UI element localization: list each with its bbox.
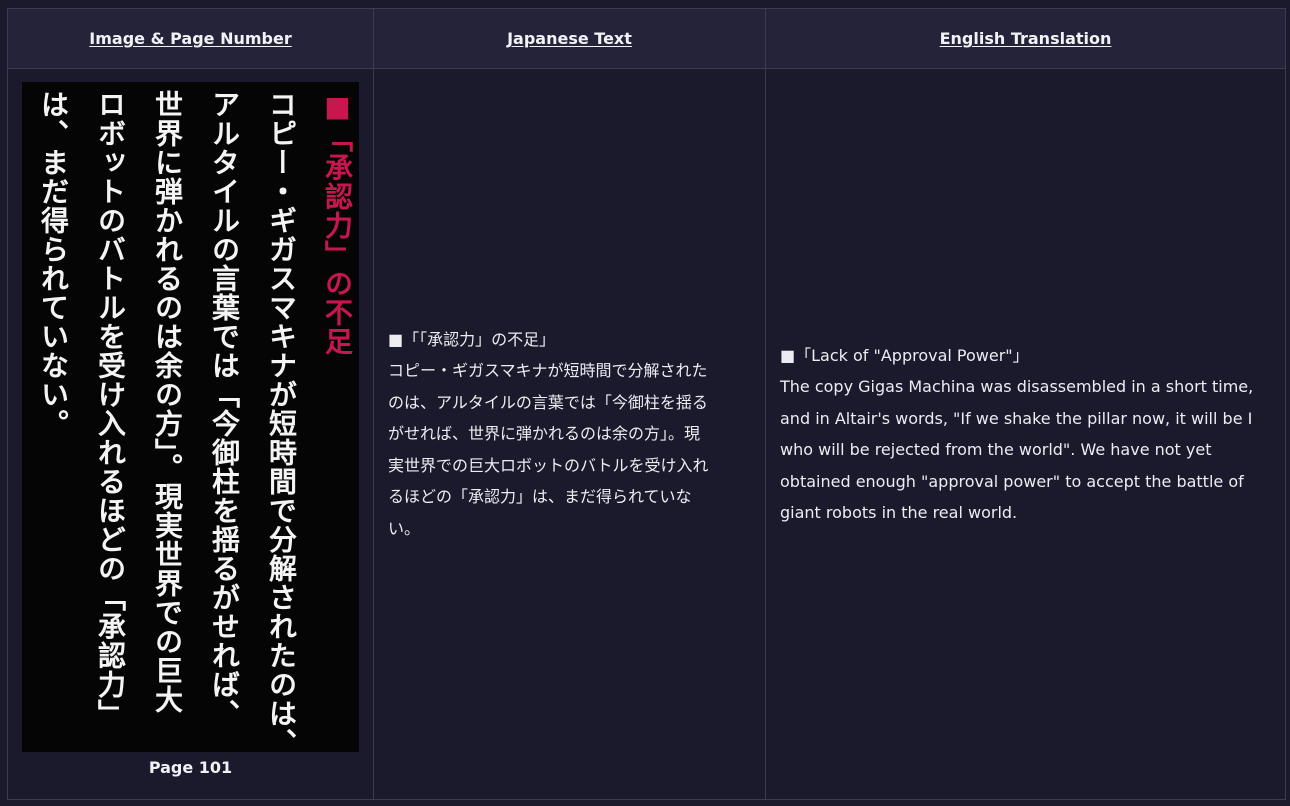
page-number-label: Page 101 — [148, 758, 233, 777]
scan-heading-column: ■「承認力」の不足 — [321, 90, 354, 356]
english-line: giant robots in the real world. — [780, 503, 1018, 522]
english-line: obtained enough "approval power" to acce… — [780, 471, 1244, 491]
english-line: and in Altair's words, "If we shake the … — [780, 408, 1253, 428]
english-translation-cell: ■「Lack of "Approval Power"」 The copy Gig… — [765, 68, 1286, 800]
japanese-line: 実世界での巨大ロボットのバトルを受け入れ — [388, 455, 709, 475]
japanese-line: コピー・ギガスマキナが短時間で分解された — [388, 361, 708, 381]
image-cell: ■「承認力」の不足 コピー・ギガスマキナが短時間で分解されたのは、 アルタイルの… — [7, 68, 374, 800]
scan-text-column-5: は、まだ得られていない。 — [37, 90, 70, 438]
japanese-text-block: ■「「承認力」の不足」 コピー・ギガスマキナが短時間で分解された のは、アルタイ… — [388, 324, 751, 545]
japanese-line: い。 — [388, 518, 421, 538]
header-japanese-text: Japanese Text — [373, 8, 766, 69]
translation-table: Image & Page Number Japanese Text Englis… — [7, 8, 1286, 800]
header-english-translation: English Translation — [765, 8, 1286, 69]
english-line: The copy Gigas Machina was disassembled … — [780, 377, 1254, 396]
header-row: Image & Page Number Japanese Text Englis… — [7, 8, 1286, 69]
english-line: who will be rejected from the world". We… — [780, 440, 1212, 459]
japanese-line: ■「「承認力」の不足」 — [388, 329, 556, 349]
japanese-text-cell: ■「「承認力」の不足」 コピー・ギガスマキナが短時間で分解された のは、アルタイ… — [373, 68, 766, 800]
translation-table-container: Image & Page Number Japanese Text Englis… — [7, 8, 1286, 806]
japanese-line: がせれば、世界に弾かれるのは余の方」。現 — [388, 424, 701, 444]
english-line: ■「Lack of "Approval Power"」 — [780, 345, 1029, 365]
table-row: ■「承認力」の不足 コピー・ギガスマキナが短時間で分解されたのは、 アルタイルの… — [7, 68, 1286, 800]
header-image-page: Image & Page Number — [7, 8, 374, 69]
english-text-block: ■「Lack of "Approval Power"」 The copy Gig… — [780, 340, 1271, 529]
japanese-line: るほどの「承認力」は、まだ得られていな — [388, 487, 692, 507]
scan-text-column-3: 世界に弾かれるのは余の方」。現実世界での巨大 — [151, 90, 184, 714]
manga-page-scan-image: ■「承認力」の不足 コピー・ギガスマキナが短時間で分解されたのは、 アルタイルの… — [22, 82, 359, 752]
scan-text-column-2: アルタイルの言葉では「今御柱を揺るがせれば、 — [208, 90, 241, 728]
japanese-line: のは、アルタイルの言葉では「今御柱を揺る — [388, 392, 708, 412]
scan-text-column-4: ロボットのバトルを受け入れるほどの「承認力」 — [94, 90, 127, 728]
scan-text-column-1: コピー・ギガスマキナが短時間で分解されたのは、 — [265, 90, 298, 752]
